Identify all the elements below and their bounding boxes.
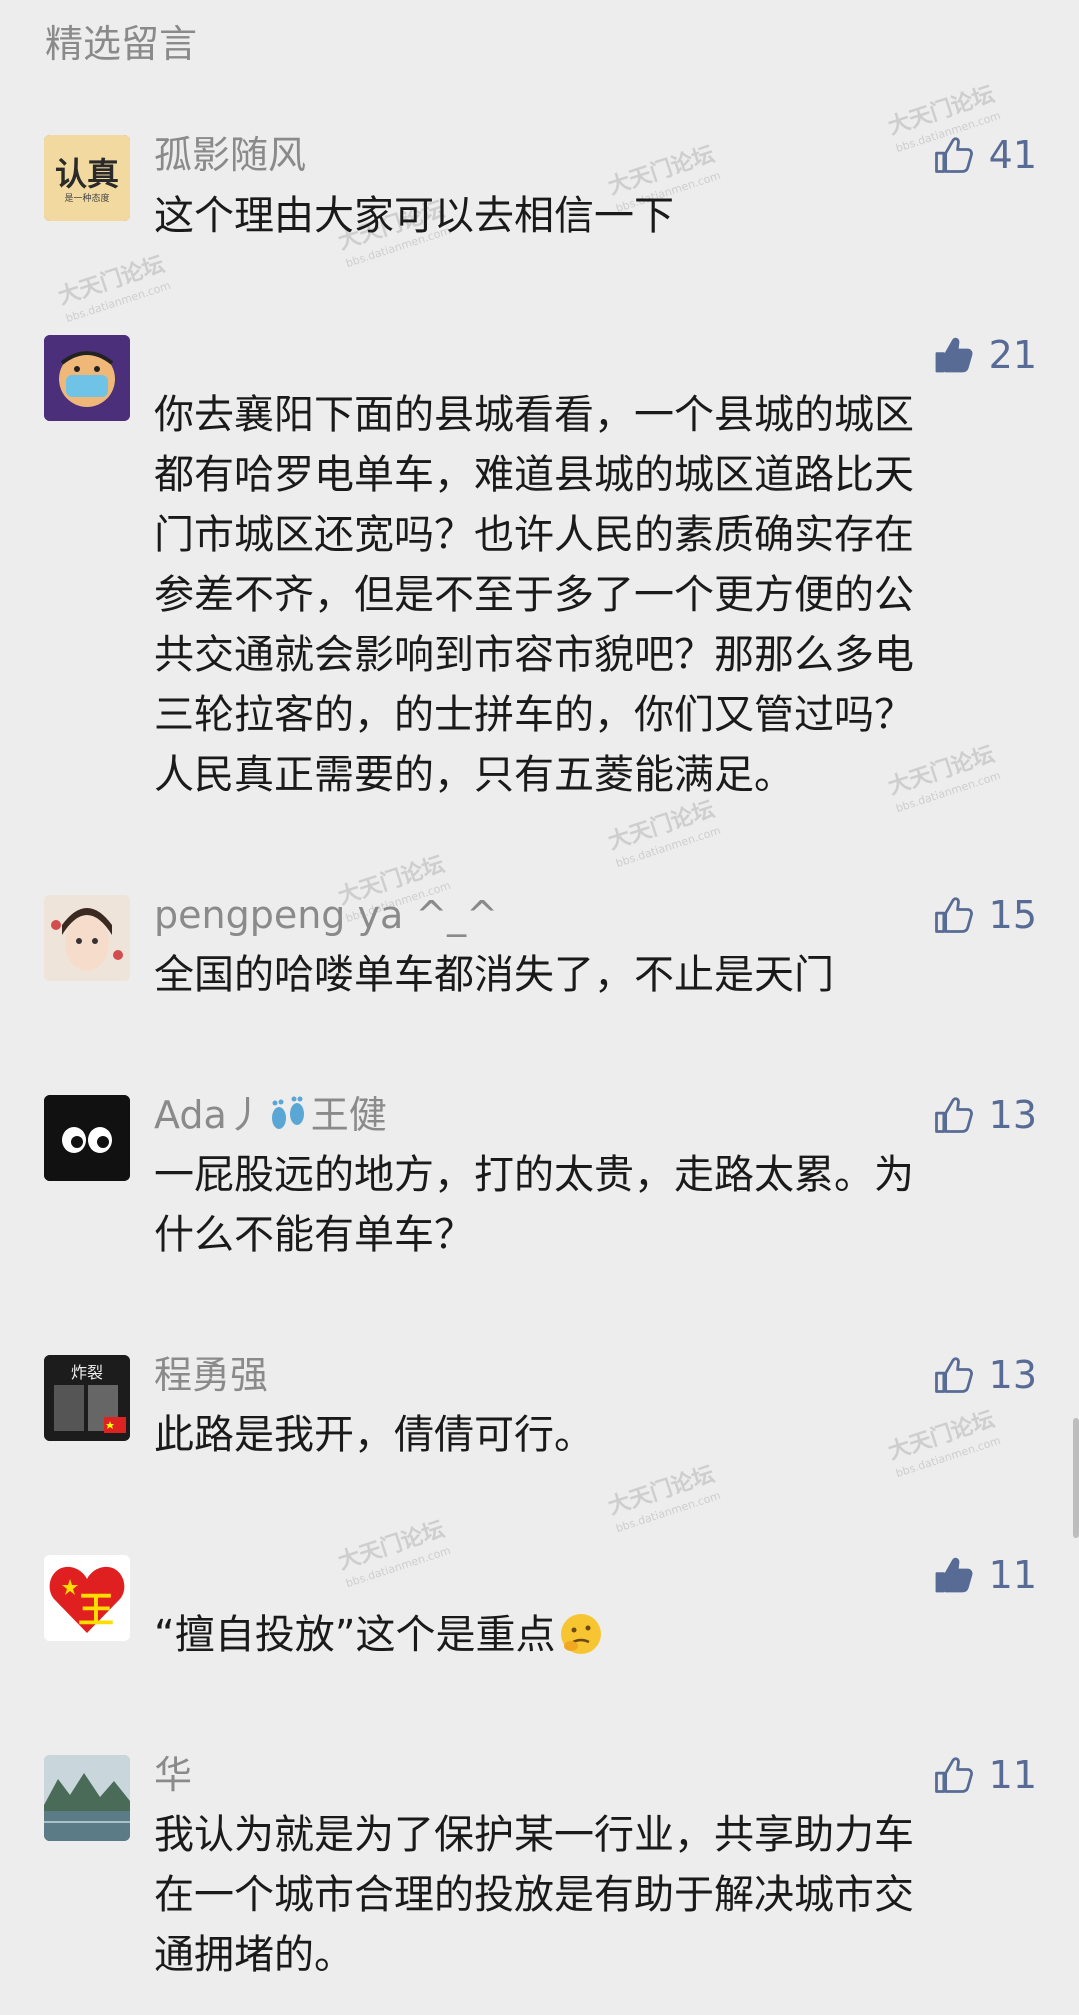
like-count: 15 xyxy=(988,893,1037,937)
thumbs-up-icon xyxy=(931,893,975,937)
comment-line: 全国的哈喽单车都消失了，不止是天门 xyxy=(154,952,834,998)
watermark: 大天门论坛 bbs.datianmen.com xyxy=(55,252,173,326)
comment-nickname[interactable]: 华 xyxy=(154,1750,192,1800)
comment-line: 一屁股远的地方，打的太贵，走路太累。为 xyxy=(154,1152,914,1198)
comment-line: 共交通就会影响到市容市貌吧？那那么多电 xyxy=(154,632,914,678)
like-button[interactable]: 15 xyxy=(931,890,1037,940)
comment-content: 这个理由大家可以去相信一下 xyxy=(154,186,1014,246)
section-title: 精选留言 xyxy=(45,22,198,66)
comment-line: 参差不齐，但是不至于多了一个更方便的公 xyxy=(154,572,914,618)
comment-line: 什么不能有单车？ xyxy=(154,1212,474,1258)
comment-line: 门市城区还宽吗？也许人民的素质确实存在 xyxy=(154,512,914,558)
like-count: 21 xyxy=(988,333,1037,377)
avatar[interactable]: 王 xyxy=(44,1555,130,1641)
comment-nickname[interactable]: pengpeng ya ^_^ xyxy=(154,890,498,940)
comment-line: 我认为就是为了保护某一行业，共享助力车 xyxy=(154,1812,914,1858)
comment-content: 我认为就是为了保护某一行业，共享助力车 在一个城市合理的投放是有助于解决城市交 … xyxy=(154,1805,1014,1985)
avatar[interactable] xyxy=(44,1095,130,1181)
like-count: 41 xyxy=(988,133,1037,177)
comment-line: 在一个城市合理的投放是有助于解决城市交 xyxy=(154,1872,914,1918)
like-button[interactable]: 11 xyxy=(931,1750,1037,1800)
thumbs-up-icon xyxy=(931,1753,975,1797)
avatar[interactable]: 认真 是一种态度 xyxy=(44,135,130,221)
watermark: 大天门论坛 bbs.datianmen.com xyxy=(605,797,723,871)
like-button[interactable]: 21 xyxy=(931,330,1037,380)
like-count: 11 xyxy=(988,1553,1037,1597)
eyes-icon xyxy=(44,1095,130,1181)
avatar[interactable] xyxy=(44,895,130,981)
thumbs-up-icon xyxy=(931,1093,975,1137)
thinking-emoji-icon xyxy=(559,1612,603,1656)
avatar[interactable] xyxy=(44,335,130,421)
like-button[interactable]: 11 xyxy=(931,1550,1037,1600)
comment-line: 这个理由大家可以去相信一下 xyxy=(154,193,674,239)
comment-nickname[interactable]: 孤影随风 xyxy=(154,130,306,180)
avatar[interactable] xyxy=(44,1755,130,1841)
avatar[interactable]: 炸裂 xyxy=(44,1355,130,1441)
watermark: 大天门论坛 bbs.datianmen.com xyxy=(605,1462,723,1536)
comment-line: 此路是我开，倩倩可行。 xyxy=(154,1412,594,1458)
like-count: 13 xyxy=(988,1353,1037,1397)
comment-content: “擅自投放”这个是重点 xyxy=(154,1605,1014,1665)
like-count: 11 xyxy=(988,1753,1037,1797)
comment-content: 你去襄阳下面的县城看看，一个县城的城区 都有哈罗电单车，难道县城的城区道路比天 … xyxy=(154,385,1014,805)
thumbs-up-filled-icon xyxy=(931,333,975,377)
comment-content: 一屁股远的地方，打的太贵，走路太累。为 什么不能有单车？ xyxy=(154,1145,1014,1265)
thumbs-up-icon xyxy=(931,133,975,177)
like-count: 13 xyxy=(988,1093,1037,1137)
comment-line: 都有哈罗电单车，难道县城的城区道路比天 xyxy=(154,452,914,498)
avatar-text: 炸裂 xyxy=(70,1363,103,1382)
comment-line: “擅自投放”这个是重点 xyxy=(154,1605,1014,1665)
like-button[interactable]: 13 xyxy=(931,1350,1037,1400)
comment-text: “擅自投放”这个是重点 xyxy=(154,1612,556,1658)
nickname-part: Ada丿 xyxy=(154,1093,265,1137)
comment-line: 你去襄阳下面的县城看看，一个县城的城区 xyxy=(154,392,914,438)
girl-face-icon xyxy=(44,895,130,981)
comment-line: 人民真正需要的，只有五菱能满足。 xyxy=(154,752,794,798)
comment-line: 三轮拉客的，的士拼车的，你们又管过吗？ xyxy=(154,692,914,738)
nickname-part: 王健 xyxy=(310,1093,387,1137)
landscape-icon xyxy=(44,1755,130,1841)
like-button[interactable]: 41 xyxy=(931,130,1037,180)
comment-content: 此路是我开，倩倩可行。 xyxy=(154,1405,1014,1465)
footprints-icon xyxy=(265,1094,311,1134)
watermark: 大天门论坛 bbs.datianmen.com xyxy=(335,1517,453,1591)
like-button[interactable]: 13 xyxy=(931,1090,1037,1140)
thumbs-up-filled-icon xyxy=(931,1553,975,1597)
comments-page: 精选留言 大天门论坛 bbs.datianmen.com 大天门论坛 bbs.dat… xyxy=(0,0,1079,2015)
avatar-subtext: 是一种态度 xyxy=(64,194,110,204)
thumbs-up-icon xyxy=(931,1353,975,1397)
avatar-text: 认真 xyxy=(54,155,119,193)
cartoon-face-icon xyxy=(44,335,130,421)
comment-nickname[interactable]: Ada丿 王健 xyxy=(154,1090,387,1140)
avatar-text: 王 xyxy=(78,1590,115,1631)
comment-nickname[interactable]: 程勇强 xyxy=(154,1350,268,1400)
scrollbar[interactable] xyxy=(1073,1418,1079,1538)
comment-line: 通拥堵的。 xyxy=(154,1932,354,1978)
comment-content: 全国的哈喽单车都消失了，不止是天门 xyxy=(154,945,1014,1005)
